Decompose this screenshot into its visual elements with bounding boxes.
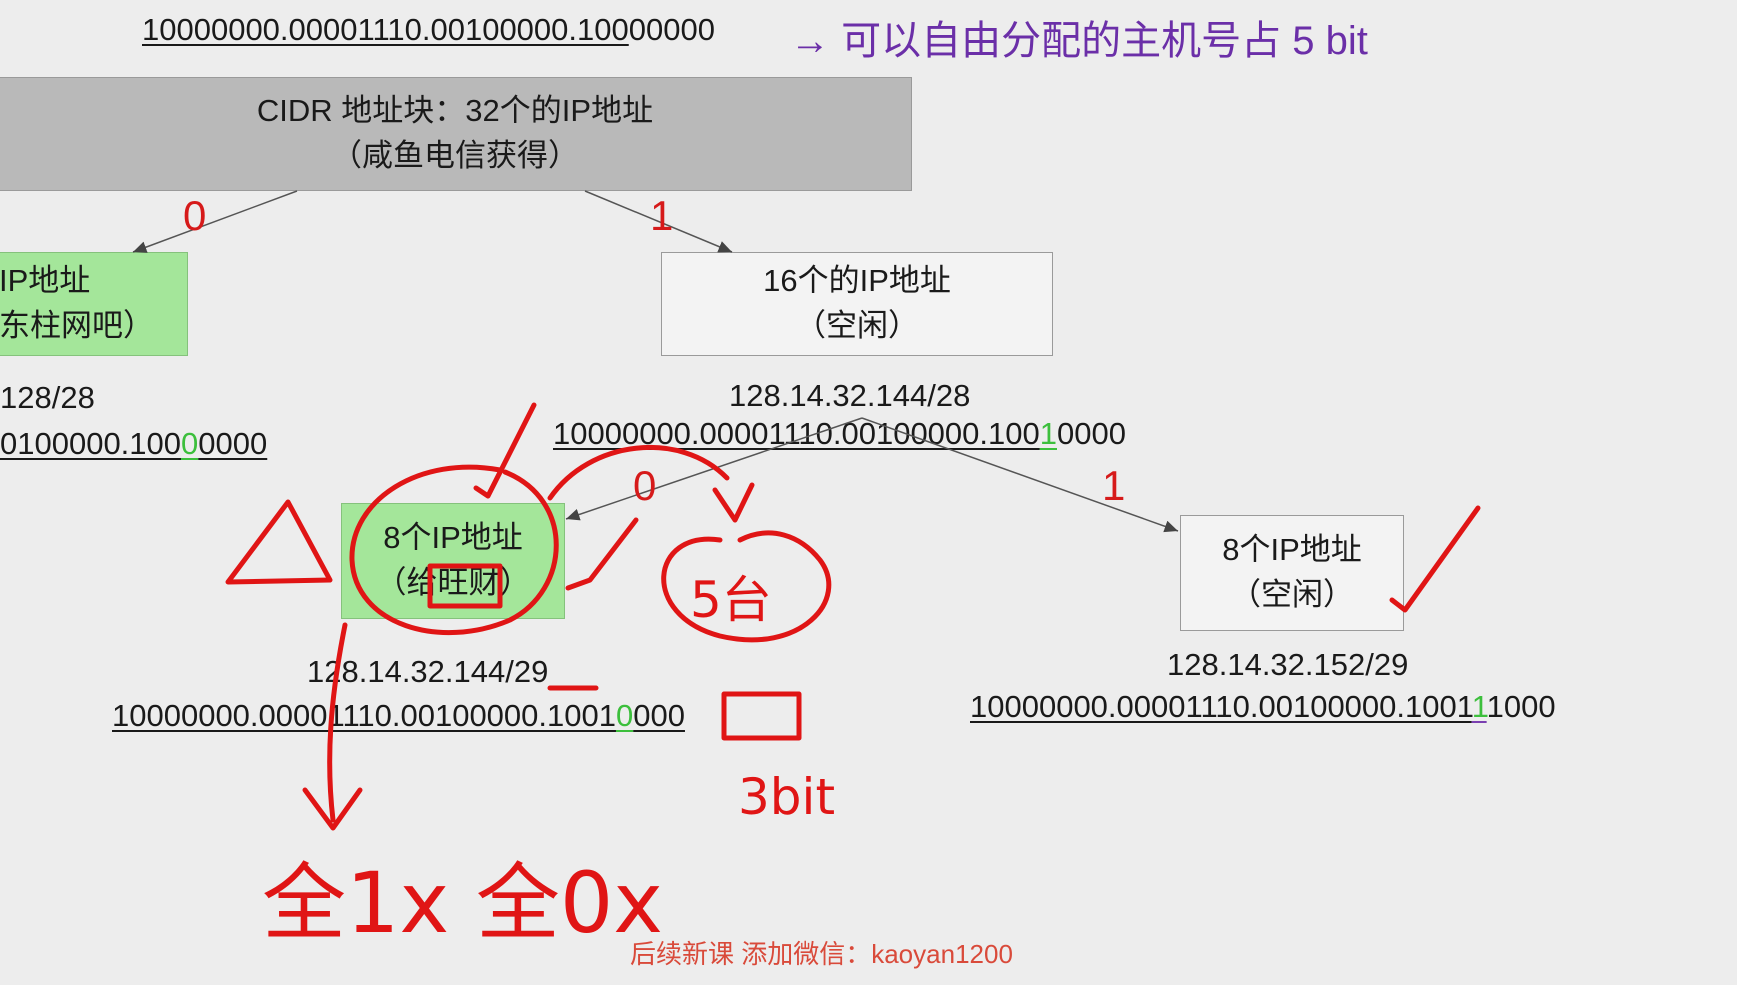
- grandchild-right-ip: 128.14.32.152/29: [1167, 647, 1409, 682]
- grandchild-right-title: 8个IP地址: [1222, 532, 1362, 568]
- right-child-binary: 10000000.00001110.00100000.10010000: [553, 416, 1126, 452]
- grandchild-left-title: 8个IP地址: [383, 520, 523, 556]
- left-child-bin-prefix: 0100000.100: [0, 426, 182, 461]
- grandchild-right-bin-bit: 1: [1471, 689, 1487, 724]
- header-binary-suffix: 00000: [628, 12, 715, 47]
- grandchild-left-bin-prefix: 10000000.00001110.00100000.1001: [112, 698, 616, 733]
- grandchild-left-bin-bit: 0: [615, 698, 634, 733]
- right-child-bin-bit: 1: [1039, 416, 1057, 451]
- right-child-bin-rest: 0000: [1057, 416, 1126, 451]
- grandchild-right-bin-rest: 1000: [1486, 689, 1556, 724]
- grandchild-right-bin-prefix: 10000000.00001110.00100000.1001: [970, 689, 1472, 724]
- right-child-bin-prefix: 10000000.00001110.00100000.100: [553, 416, 1040, 451]
- host-bits-note: → 可以自由分配的主机号占 5 bit: [790, 8, 1368, 66]
- grandchild-left-owner: （给旺财）: [375, 565, 531, 600]
- left-child-binary: 0100000.10000000: [0, 426, 267, 462]
- left-child-block: IP地址 东柱网吧）: [0, 252, 188, 356]
- arrow-icon: →: [790, 19, 830, 63]
- left-child-bin-bit: 0: [181, 426, 199, 461]
- grandchild-left-ip: 128.14.32.144/29: [307, 654, 549, 689]
- branch-label-mid-right: 1: [1102, 462, 1126, 509]
- left-child-bin-rest: 0000: [198, 426, 268, 461]
- header-binary: 10000000.00001110.00100000.10000000: [142, 12, 715, 48]
- root-owner: （咸鱼电信获得）: [331, 138, 579, 173]
- cloud-mark: [661, 530, 832, 643]
- check-mark-box: [565, 517, 639, 591]
- branch-label-root-left: 0: [183, 192, 207, 239]
- bits-box: [721, 691, 802, 741]
- branch-label-mid-left: 0: [633, 462, 657, 509]
- root-cidr-block: CIDR 地址块：32个的IP地址 （咸鱼电信获得）: [0, 77, 912, 191]
- right-child-block: 16个的IP地址 （空闲）: [661, 252, 1053, 356]
- triangle-mark: [225, 499, 333, 585]
- left-child-owner: 东柱网吧）: [0, 308, 154, 343]
- check-mark-top: [473, 402, 537, 499]
- root-title: CIDR 地址块：32个的IP地址: [256, 93, 654, 129]
- header-binary-prefix: 10000000.00001110.00100000.100: [142, 12, 629, 47]
- grandchild-left-binary: 10000000.00001110.00100000.10010000: [112, 698, 685, 734]
- right-child-title: 16个的IP地址: [763, 263, 951, 299]
- bits-label: 3bit: [738, 768, 835, 826]
- grandchild-right-binary: 10000000.00001110.00100000.100111000: [970, 689, 1556, 725]
- watermark: 后续新课 添加微信：kaoyan1200: [630, 939, 1013, 969]
- left-child-title: IP地址: [0, 263, 91, 299]
- right-child-status: （空闲）: [795, 308, 919, 343]
- left-child-ip: 128/28: [0, 380, 95, 415]
- edge-root-left: [132, 190, 298, 253]
- check-mark-right: [1389, 505, 1481, 613]
- grandchild-left-bin-rest: 000: [633, 698, 685, 733]
- branch-label-root-right: 1: [650, 192, 674, 239]
- curve-arrow-head: [712, 482, 755, 523]
- count-label: 5台: [690, 571, 772, 629]
- host-bits-text: 可以自由分配的主机号占 5 bit: [841, 19, 1368, 63]
- grandchild-right-status: （空闲）: [1230, 577, 1354, 612]
- bottom-note: 全1x 全0x: [262, 854, 663, 952]
- down-arrow-head: [302, 787, 363, 831]
- grandchild-left-block: 8个IP地址 （给旺财）: [341, 503, 565, 619]
- grandchild-right-block: 8个IP地址 （空闲）: [1180, 515, 1404, 631]
- right-child-ip: 128.14.32.144/28: [729, 378, 971, 413]
